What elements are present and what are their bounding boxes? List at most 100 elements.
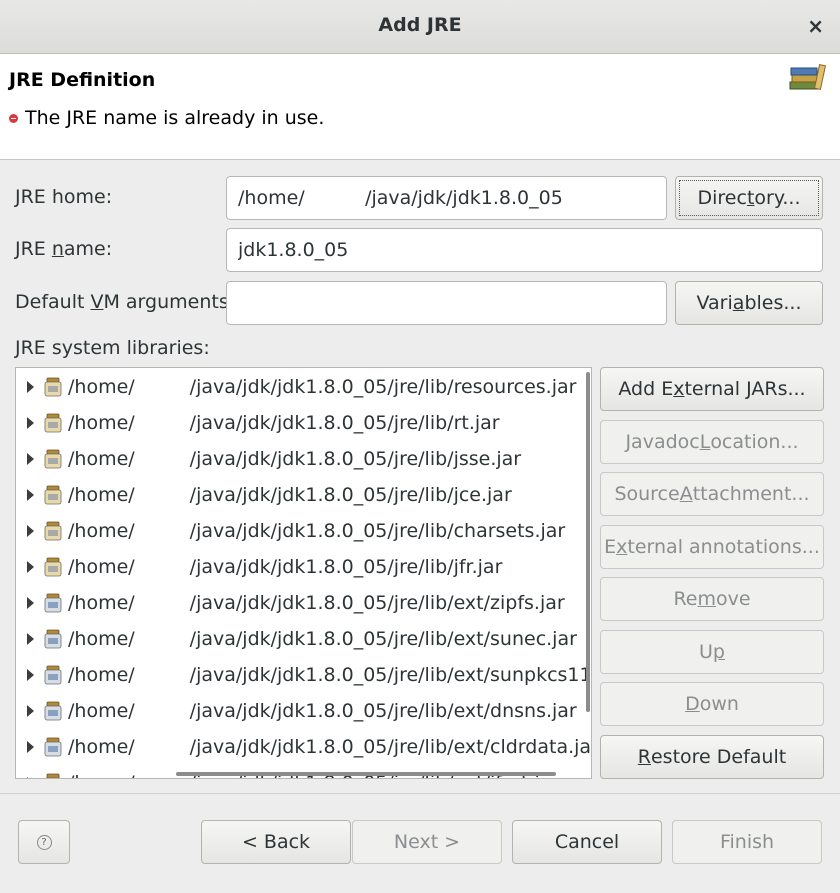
- library-row[interactable]: /home/ /java/jdk/jdk1.8.0_05/jre/lib/jfr.…: [16, 549, 591, 585]
- error-message-text: The JRE name is already in use.: [25, 107, 325, 129]
- jar-icon: [44, 413, 62, 433]
- jar-icon: [44, 701, 62, 721]
- library-row[interactable]: /home/ /java/jdk/jdk1.8.0_05/jre/lib/ext/…: [16, 621, 591, 657]
- jar-icon: [44, 557, 62, 577]
- vm-args-input[interactable]: [226, 281, 667, 325]
- jar-icon: [44, 521, 62, 541]
- jar-icon: [44, 377, 62, 397]
- horizontal-scrollbar[interactable]: [176, 772, 556, 776]
- add-external-jars-button[interactable]: Add Ex ternal JARs...: [600, 367, 824, 411]
- books-icon: [789, 64, 827, 90]
- expand-arrow-icon[interactable]: [27, 597, 34, 609]
- jar-icon: [44, 665, 62, 685]
- library-path-prefix: /home/: [68, 772, 135, 778]
- library-path: /home/ /java/jdk/jdk1.8.0_05/jre/lib/ext/…: [68, 592, 565, 614]
- finish-button[interactable]: Finish: [672, 820, 822, 864]
- jre-name-input[interactable]: [226, 228, 823, 272]
- close-icon[interactable]: ×: [807, 14, 824, 38]
- variables-button[interactable]: Vari a bles...: [675, 281, 823, 325]
- library-path-suffix: /java/jdk/jdk1.8.0_05/jre/lib/jfr.jar: [189, 556, 503, 578]
- directory-button[interactable]: Direc t ory...: [675, 176, 823, 220]
- expand-arrow-icon[interactable]: [27, 417, 34, 429]
- library-path: /home/ /java/jdk/jdk1.8.0_05/jre/lib/ext/…: [68, 664, 592, 686]
- back-button[interactable]: < Back: [201, 820, 351, 864]
- jar-icon: [44, 593, 62, 613]
- library-row[interactable]: /home/ /java/jdk/jdk1.8.0_05/jre/lib/reso…: [16, 369, 591, 405]
- library-row[interactable]: /home/ /java/jdk/jdk1.8.0_05/jre/lib/char…: [16, 513, 591, 549]
- library-path-prefix: /home/: [68, 700, 135, 722]
- expand-arrow-icon[interactable]: [27, 489, 34, 501]
- expand-arrow-icon[interactable]: [27, 525, 34, 537]
- libraries-list[interactable]: /home/ /java/jdk/jdk1.8.0_05/jre/lib/ext/…: [15, 367, 592, 779]
- library-path-prefix: /home/: [68, 736, 135, 758]
- library-path-suffix: /java/jdk/jdk1.8.0_05/jre/lib/jce.jar: [189, 484, 512, 506]
- expand-arrow-icon[interactable]: [27, 633, 34, 645]
- library-path-prefix: /home/: [68, 556, 135, 578]
- library-path-suffix: /java/jdk/jdk1.8.0_05/jre/lib/rt.jar: [189, 412, 500, 434]
- jre-home-label: JRE home:: [15, 186, 113, 208]
- vertical-scrollbar[interactable]: [586, 372, 590, 712]
- jar-icon: [44, 449, 62, 469]
- library-path-prefix: /home/: [68, 664, 135, 686]
- library-path-prefix: /home/: [68, 376, 135, 398]
- library-path: /home/ /java/jdk/jdk1.8.0_05/jre/lib/reso…: [68, 376, 576, 398]
- expand-arrow-icon[interactable]: [27, 561, 34, 573]
- header-title: JRE Definition: [9, 69, 156, 91]
- remove-button[interactable]: Re m ove: [600, 577, 824, 621]
- library-path-prefix: /home/: [68, 520, 135, 542]
- library-path: /home/ /java/jdk/jdk1.8.0_05/jre/lib/jsse…: [68, 448, 521, 470]
- external-annotations-button[interactable]: Ex ternal annotations...: [600, 525, 824, 569]
- expand-arrow-icon[interactable]: [27, 381, 34, 393]
- jar-icon: [45, 773, 61, 778]
- jre-name-label: JRE name:: [15, 238, 113, 260]
- library-path-suffix: /java/jdk/jdk1.8.0_05/jre/lib/ext/sunpkc…: [189, 664, 592, 686]
- jar-icon: [44, 485, 62, 505]
- library-row[interactable]: /home/ /java/jdk/jdk1.8.0_05/jre/lib/rt.j…: [16, 405, 591, 441]
- library-row[interactable]: /home/ /java/jdk/jdk1.8.0_05/jre/lib/jsse…: [16, 441, 591, 477]
- jar-icon: [44, 737, 62, 757]
- help-button[interactable]: ?: [18, 820, 70, 864]
- window-title: Add JRE: [378, 14, 462, 36]
- expand-arrow-icon[interactable]: [27, 777, 34, 778]
- cancel-button[interactable]: Cancel: [512, 820, 662, 864]
- jre-home-input[interactable]: [226, 176, 667, 220]
- library-path: /home/ /java/jdk/jdk1.8.0_05/jre/lib/ext/…: [68, 628, 577, 650]
- library-row[interactable]: /home/ /java/jdk/jdk1.8.0_05/jre/lib/ext/…: [16, 729, 591, 765]
- library-row[interactable]: /home/ /java/jdk/jdk1.8.0_05/jre/lib/jce.…: [16, 477, 591, 513]
- library-row[interactable]: /home/ /java/jdk/jdk1.8.0_05/jre/lib/ext/…: [16, 585, 591, 621]
- down-button[interactable]: Down: [600, 682, 824, 726]
- library-path-suffix: /java/jdk/jdk1.8.0_05/jre/lib/ext/zipfs.…: [189, 592, 565, 614]
- expand-arrow-icon[interactable]: [27, 453, 34, 465]
- next-button[interactable]: Next >: [352, 820, 502, 864]
- restore-default-button[interactable]: Restore Default: [600, 735, 824, 779]
- library-path-prefix: /home/: [68, 628, 135, 650]
- javadoc-location-button[interactable]: Javadoc Location...: [600, 420, 824, 464]
- vm-args-label: Default VM arguments:: [15, 291, 236, 313]
- library-path-prefix: /home/: [68, 412, 135, 434]
- library-path: /home/ /java/jdk/jdk1.8.0_05/jre/lib/jce.…: [68, 484, 512, 506]
- help-icon: ?: [36, 834, 52, 850]
- title-bar: Add JRE ×: [0, 0, 840, 54]
- library-row[interactable]: /home/ /java/jdk/jdk1.8.0_05/jre/lib/ext/…: [16, 657, 591, 693]
- library-path-prefix: /home/: [68, 484, 135, 506]
- library-path-suffix: /java/jdk/jdk1.8.0_05/jre/lib/ext/cldrda…: [189, 736, 592, 758]
- libraries-label: JRE system libraries:: [15, 337, 210, 359]
- jar-icon: [44, 629, 62, 649]
- up-button[interactable]: Up: [600, 630, 824, 674]
- library-path-suffix: /java/jdk/jdk1.8.0_05/jre/lib/ext/dnsns.…: [189, 700, 577, 722]
- library-path-suffix: /java/jdk/jdk1.8.0_05/jre/lib/charsets.j…: [189, 520, 566, 542]
- footer-separator: [0, 793, 840, 794]
- library-path-suffix: /java/jdk/jdk1.8.0_05/jre/lib/resources.…: [189, 376, 577, 398]
- source-attachment-button[interactable]: Source Attachment...: [600, 472, 824, 516]
- expand-arrow-icon[interactable]: [27, 705, 34, 717]
- expand-arrow-icon[interactable]: [27, 741, 34, 753]
- library-path: /home/ /java/jdk/jdk1.8.0_05/jre/lib/ext/…: [68, 700, 577, 722]
- library-path-suffix: /java/jdk/jdk1.8.0_05/jre/lib/jsse.jar: [189, 448, 522, 470]
- expand-arrow-icon[interactable]: [27, 669, 34, 681]
- error-icon: [9, 113, 18, 123]
- library-path-suffix: /java/jdk/jdk1.8.0_05/jre/lib/ext/sunec.…: [189, 628, 577, 650]
- library-row[interactable]: /home/ /java/jdk/jdk1.8.0_05/jre/lib/ext/…: [16, 693, 591, 729]
- library-path: /home/ /java/jdk/jdk1.8.0_05/jre/lib/rt.j…: [68, 412, 500, 434]
- library-path: /home/ /java/jdk/jdk1.8.0_05/jre/lib/char…: [68, 520, 565, 542]
- library-path-prefix: /home/: [68, 592, 135, 614]
